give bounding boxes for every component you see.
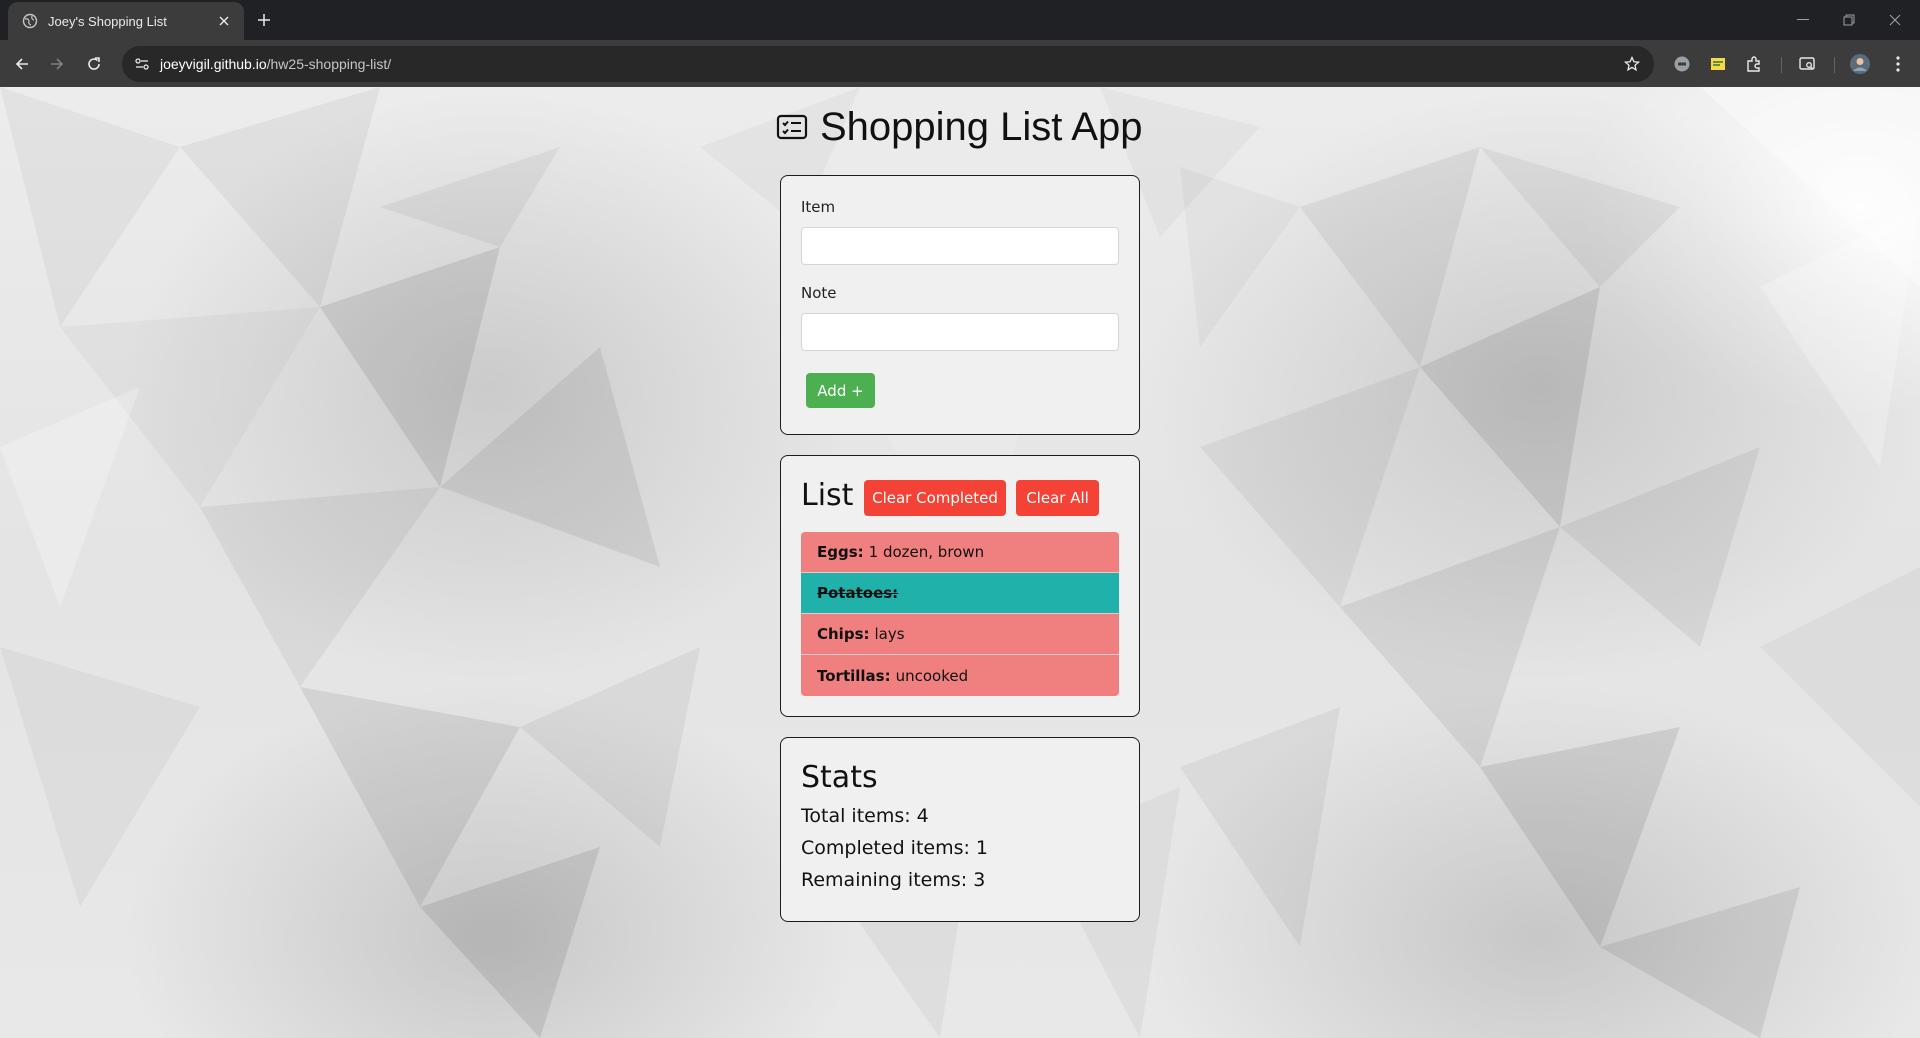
list-heading: List	[801, 478, 854, 513]
tab-title: Joey's Shopping List	[48, 13, 167, 29]
completed-items-stat: Completed items: 1	[801, 837, 989, 859]
profile-avatar-icon[interactable]	[1848, 52, 1872, 76]
url-text: joeyvigil.github.io/hw25-shopping-list/	[160, 56, 392, 72]
toolbar-divider	[1781, 57, 1782, 73]
list-item-name: Chips:	[817, 625, 870, 643]
site-info-icon[interactable]	[128, 50, 156, 78]
page-title: Shopping List App	[776, 101, 1142, 153]
new-tab-icon[interactable]	[252, 8, 276, 32]
item-label: Item	[801, 198, 836, 216]
close-window-icon[interactable]	[1872, 0, 1918, 40]
address-bar[interactable]: joeyvigil.github.io/hw25-shopping-list/	[122, 46, 1654, 82]
note-input[interactable]	[801, 313, 1119, 351]
extensions-puzzle-icon[interactable]	[1742, 52, 1766, 76]
restore-icon[interactable]	[1826, 0, 1872, 40]
list-item[interactable]: Eggs: 1 dozen, brown	[801, 532, 1119, 573]
app-title-text: Shopping List App	[820, 104, 1143, 149]
stats-card: Stats Total items: 4 Completed items: 1 …	[780, 737, 1140, 922]
checklist-card-icon	[776, 114, 808, 140]
close-tab-icon[interactable]	[214, 11, 234, 31]
browser-tab-bar: Joey's Shopping List	[0, 0, 1920, 40]
bookmark-star-icon[interactable]	[1620, 52, 1644, 76]
back-icon[interactable]	[8, 50, 36, 78]
tab-search-icon[interactable]	[1795, 52, 1819, 76]
remaining-items-stat: Remaining items: 3	[801, 869, 986, 891]
extension-circle-icon[interactable]	[1670, 52, 1694, 76]
browser-toolbar: joeyvigil.github.io/hw25-shopping-list/	[0, 40, 1920, 87]
list-item-completed[interactable]: Potatoes:	[801, 573, 1119, 614]
list-item[interactable]: Tortillas: uncooked	[801, 655, 1119, 696]
page-viewport: Shopping List App Item Note Add + List C…	[0, 87, 1920, 1038]
item-input[interactable]	[801, 227, 1119, 265]
list-item-note: lays	[874, 625, 905, 643]
list-item-name: Tortillas:	[817, 666, 891, 685]
clear-all-button[interactable]: Clear All	[1016, 480, 1099, 516]
list-item[interactable]: Chips: lays	[801, 614, 1119, 655]
forward-icon[interactable]	[43, 50, 71, 78]
globe-icon	[22, 13, 38, 29]
clear-completed-button[interactable]: Clear Completed	[864, 480, 1006, 516]
list-card: List Clear Completed Clear All Eggs: 1 d…	[780, 455, 1140, 717]
add-item-card: Item Note Add +	[780, 175, 1140, 435]
note-label: Note	[801, 284, 837, 302]
reload-icon[interactable]	[80, 50, 108, 78]
more-options-icon[interactable]	[1886, 52, 1910, 76]
list-item-note: uncooked	[895, 666, 969, 685]
list-item-note: 1 dozen, brown	[868, 543, 985, 561]
extension-note-icon[interactable]	[1706, 52, 1730, 76]
list-item-name: Eggs:	[817, 543, 864, 561]
shopping-list: Eggs: 1 dozen, brown Potatoes: Chips: la…	[801, 532, 1119, 696]
stats-heading: Stats	[801, 760, 878, 795]
add-button[interactable]: Add +	[806, 373, 875, 408]
total-items-stat: Total items: 4	[801, 805, 929, 827]
browser-tab[interactable]: Joey's Shopping List	[8, 2, 244, 40]
list-item-name: Potatoes:	[817, 584, 899, 602]
minimize-icon[interactable]	[1780, 0, 1826, 40]
toolbar-divider	[1834, 57, 1835, 73]
